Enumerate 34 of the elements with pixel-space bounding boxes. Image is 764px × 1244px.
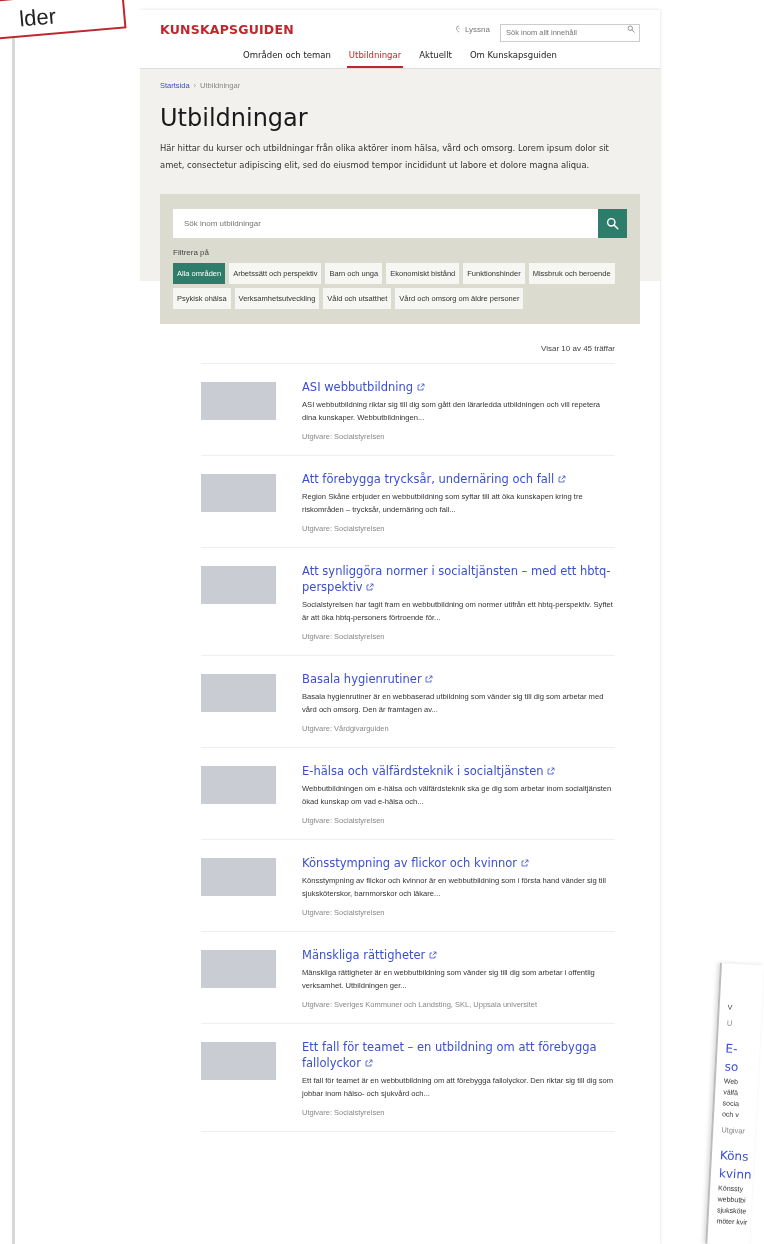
result-title-link[interactable]: ASI webbutbildning [302, 379, 615, 395]
result-title-link[interactable]: Ett fall för teamet – en utbildning om att förebygga fallolyckor [302, 1039, 615, 1071]
partial-title: E- [725, 1041, 739, 1058]
partial-title: Köns [719, 1148, 750, 1165]
callout-label: lder [0, 0, 127, 40]
search-button[interactable] [598, 209, 627, 238]
result-title-link[interactable]: Mänskliga rättigheter [302, 947, 615, 963]
search-icon [627, 25, 635, 33]
site-logo[interactable]: KUNSKAPSGUIDEN [160, 21, 294, 37]
external-link-icon [416, 383, 425, 391]
listen-button[interactable]: Lyssna [453, 24, 490, 34]
external-link-icon [428, 951, 437, 959]
nav-tab[interactable]: Aktuellt [417, 46, 454, 68]
search-icon [606, 217, 619, 230]
nav-tab[interactable]: Områden och teman [241, 46, 333, 68]
results-count: Visar 10 av 45 träffar [201, 344, 615, 364]
result-title-link[interactable]: Att synliggöra normer i socialtjänsten – med ett hbtq-perspektiv [302, 563, 615, 595]
partial-title: so [724, 1059, 740, 1076]
external-link-icon [364, 1059, 373, 1067]
partial-title: kvinn [718, 1166, 753, 1182]
external-link-icon [425, 675, 434, 683]
nav-tab[interactable]: Om Kunskapsguiden [467, 46, 559, 68]
filter-label: Filtrera på [173, 248, 210, 257]
result-title-link[interactable]: Basala hygienrutiner [302, 671, 615, 687]
search-field[interactable]: Sök inom utbildningar [173, 209, 598, 238]
result-title-link[interactable]: E-hälsa och välfärdsteknik i socialtjänsten [302, 763, 615, 779]
page-title: Utbildningar [160, 104, 309, 132]
external-link-icon [547, 767, 556, 775]
result-title-link[interactable]: Att förebygga trycksår, undernäring och fall [302, 471, 615, 487]
intro-paragraph: Här hittar du kurser och utbildningar från olika aktörer inom hälsa, vård och omsorg. Lorem ipsum dolor sit amet, consectetur adipiscing elit, sed do eiusmod tempor incididunt ut labore et dolore magna aliqua. [160, 142, 610, 172]
result-title-link[interactable]: Könsstympning av flickor och kvinnor [302, 855, 615, 871]
external-link-icon [520, 859, 529, 867]
external-link-icon [366, 583, 375, 591]
external-link-icon [557, 475, 566, 483]
